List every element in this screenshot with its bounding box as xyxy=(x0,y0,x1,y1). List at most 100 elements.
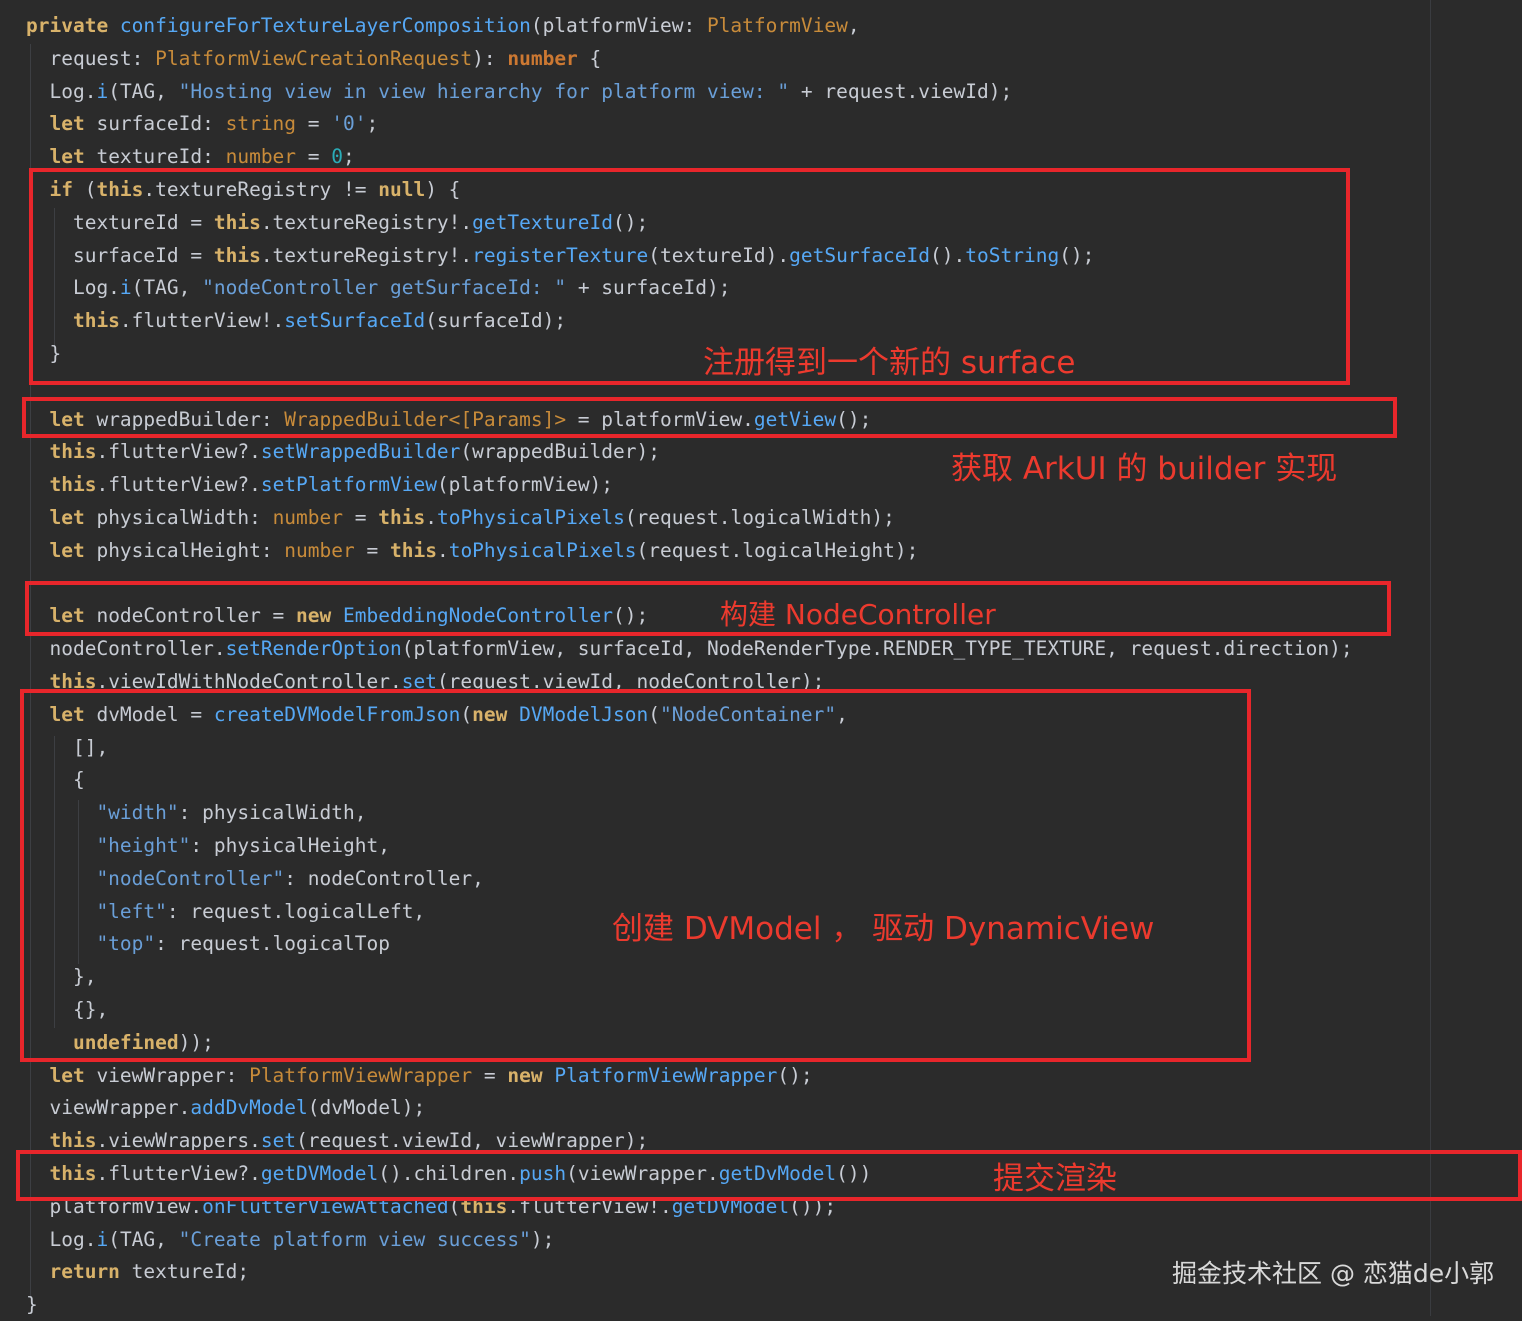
code-token: let xyxy=(26,1063,97,1087)
code-line[interactable]: nodeController.setRenderOption(platformV… xyxy=(26,632,1353,665)
code-token: { xyxy=(577,46,602,70)
annotation-box-render xyxy=(16,1150,1522,1201)
code-line[interactable]: return textureId; xyxy=(26,1255,249,1288)
code-line[interactable]: this.flutterView?.setPlatformView(platfo… xyxy=(26,468,613,501)
code-token: set xyxy=(260,1129,297,1153)
annotation-box-dvmodel xyxy=(20,689,1251,1062)
watermark: 掘金技术社区 @ 恋猫de小郭 xyxy=(1172,1259,1495,1288)
code-token: (dvModel); xyxy=(307,1096,426,1120)
annotation-note-dvmodel: 创建 DVModel ， 驱动 DynamicView xyxy=(612,911,1155,947)
code-token: textureId; xyxy=(131,1260,250,1284)
code-token: = xyxy=(354,538,390,562)
code-token: Log. xyxy=(26,1227,97,1251)
code-line[interactable]: request: PlatformViewCreationRequest): n… xyxy=(26,42,601,75)
code-token: private xyxy=(26,14,120,37)
code-token: ): xyxy=(472,46,508,70)
code-token: this xyxy=(26,440,97,464)
code-token: setPlatformView xyxy=(260,473,437,497)
code-token: . xyxy=(436,538,449,562)
code-token: let xyxy=(26,145,97,169)
code-token: } xyxy=(26,1293,38,1317)
code-token: setWrappedBuilder xyxy=(260,440,461,464)
annotation-box-surface xyxy=(29,168,1350,385)
annotation-note-node-controller: 构建 NodeController xyxy=(720,598,996,631)
code-token: new xyxy=(507,1063,555,1087)
code-token: (platformView: xyxy=(530,14,707,37)
code-token: PlatformViewWrapper xyxy=(249,1063,473,1087)
code-token: this xyxy=(378,506,426,529)
code-token: let xyxy=(26,506,97,529)
code-token: + request.viewId); xyxy=(789,79,1013,103)
code-line[interactable]: let surfaceId: string = '0'; xyxy=(26,107,378,140)
code-token: number xyxy=(284,538,355,562)
code-token: , xyxy=(847,14,860,37)
code-token: addDvModel xyxy=(190,1096,308,1120)
code-token: = xyxy=(343,506,379,529)
code-token: (TAG, xyxy=(108,1227,179,1251)
code-token: surfaceId: xyxy=(96,112,226,136)
code-token: string xyxy=(225,112,297,136)
code-line[interactable]: private configureForTextureLayerComposit… xyxy=(26,9,860,42)
code-token: i xyxy=(96,79,109,103)
annotation-box-node-controller xyxy=(25,581,1391,636)
code-token: '0' xyxy=(331,112,367,136)
code-token: toPhysicalPixels xyxy=(436,506,625,529)
code-token: Log. xyxy=(26,79,97,103)
code-editor[interactable]: private configureForTextureLayerComposit… xyxy=(0,0,1522,1316)
code-token: viewWrapper: xyxy=(96,1063,250,1087)
code-token: (request.logicalHeight); xyxy=(636,538,919,562)
code-line[interactable]: let physicalHeight: number = this.toPhys… xyxy=(26,534,918,567)
code-token: nodeController. xyxy=(26,637,226,661)
code-token: = xyxy=(296,112,332,136)
code-token: viewWrapper. xyxy=(26,1096,191,1120)
code-token: = xyxy=(472,1063,508,1087)
code-token: (request.viewId, viewWrapper); xyxy=(296,1129,649,1153)
code-token: ; xyxy=(343,145,355,169)
code-token: let xyxy=(26,112,97,136)
code-line[interactable]: let viewWrapper: PlatformViewWrapper = n… xyxy=(26,1059,813,1092)
code-token: 0 xyxy=(331,145,344,169)
code-token: PlatformViewCreationRequest xyxy=(155,46,473,70)
code-token: i xyxy=(96,1227,109,1251)
code-token: (platformView, surfaceId, NodeRenderType… xyxy=(401,637,1353,661)
code-token: number xyxy=(272,506,344,529)
code-token: physicalWidth: xyxy=(96,506,273,529)
code-token: (wrappedBuilder); xyxy=(460,440,661,464)
code-token: textureId: xyxy=(96,145,226,169)
code-token: (); xyxy=(777,1063,813,1087)
code-token: . xyxy=(425,506,437,529)
code-token: .viewWrappers. xyxy=(96,1129,261,1153)
annotation-note-render: 提交渲染 xyxy=(993,1161,1117,1197)
code-token: setRenderOption xyxy=(225,637,402,661)
code-line[interactable]: Log.i(TAG, "Create platform view success… xyxy=(26,1223,554,1256)
code-line[interactable]: let physicalWidth: number = this.toPhysi… xyxy=(26,501,895,534)
code-token: return xyxy=(26,1260,132,1284)
annotation-note-surface: 注册得到一个新的 surface xyxy=(703,345,1076,381)
code-token: request: xyxy=(26,46,156,70)
code-token: "Hosting view in view hierarchy for plat… xyxy=(178,79,790,103)
code-token: (TAG, xyxy=(108,79,179,103)
code-token: (request.logicalWidth); xyxy=(624,506,895,529)
code-token: (platformView); xyxy=(436,473,614,497)
code-token: this xyxy=(26,473,97,497)
code-token: = xyxy=(296,145,332,169)
code-token: this xyxy=(26,1129,97,1153)
right-margin-guide xyxy=(1430,0,1431,1316)
code-token: let xyxy=(26,538,97,562)
code-token: physicalHeight: xyxy=(96,538,285,562)
code-line[interactable]: Log.i(TAG, "Hosting view in view hierarc… xyxy=(26,75,1012,108)
annotation-box-builder xyxy=(22,397,1397,438)
code-line[interactable]: this.flutterView?.setWrappedBuilder(wrap… xyxy=(26,435,660,468)
code-token: configureForTextureLayerComposition xyxy=(119,14,531,37)
code-token: number xyxy=(507,46,578,70)
code-line[interactable]: } xyxy=(26,1288,38,1321)
code-token: toPhysicalPixels xyxy=(448,538,637,562)
code-token: number xyxy=(225,145,297,169)
code-token: ); xyxy=(530,1227,555,1251)
code-line[interactable]: viewWrapper.addDvModel(dvModel); xyxy=(26,1091,425,1124)
code-token: PlatformViewWrapper xyxy=(554,1063,778,1087)
code-token: PlatformView xyxy=(706,14,848,37)
code-token: .flutterView?. xyxy=(96,440,261,464)
code-token: this xyxy=(389,538,437,562)
annotation-note-builder: 获取 ArkUI 的 builder 实现 xyxy=(951,451,1338,487)
